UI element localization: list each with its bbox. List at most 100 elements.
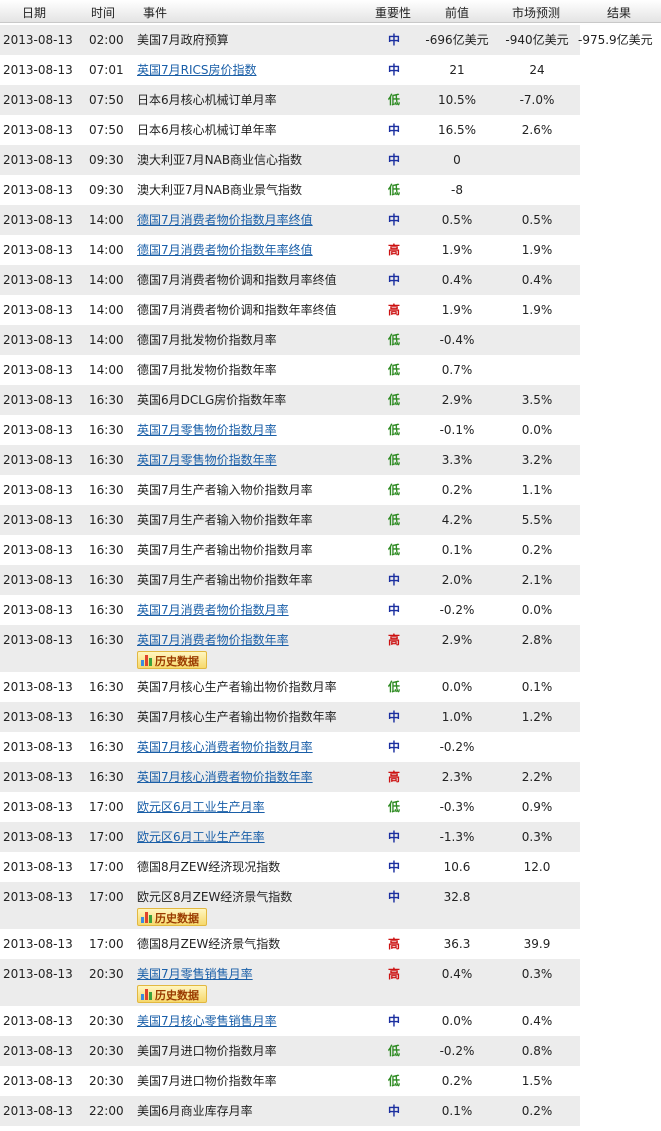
previous-value: 2.9% [441, 633, 473, 647]
importance-badge: 中 [387, 603, 400, 617]
previous-value: 0.4% [441, 273, 473, 287]
table-row: 2013-08-13 20:30 美国7月核心零售销售月率 中 0.0% 0.4% [0, 1006, 580, 1036]
importance-badge: 中 [387, 1104, 400, 1118]
table-row: 2013-08-13 14:00 德国7月消费者物价指数月率终值 中 0.5% 0.5% [0, 205, 580, 235]
forecast-value: 39.9 [523, 937, 551, 951]
event-link[interactable]: 英国7月核心消费者物价指数年率 [137, 770, 313, 784]
event-time: 22:00 [89, 1104, 124, 1118]
table-row: 2013-08-13 17:00 欧元区8月ZEW经济景气指数 中 32.8 历史数据 [0, 882, 580, 929]
event-link[interactable]: 英国7月RICS房价指数 [137, 63, 257, 77]
event-time: 14:00 [89, 243, 124, 257]
event-link[interactable]: 德国7月消费者物价指数月率终值 [137, 213, 313, 227]
bar-chart-icon [141, 988, 153, 1000]
column-header-time: 时间 [91, 6, 116, 20]
table-row: 2013-08-13 20:30 美国7月进口物价指数年率 低 0.2% 1.5% [0, 1066, 580, 1096]
event-link[interactable]: 欧元区6月工业生产月率 [137, 800, 265, 814]
forecast-value: 0.1% [521, 680, 553, 694]
importance-badge: 低 [387, 183, 400, 197]
event-date: 2013-08-13 [3, 63, 73, 77]
history-data-button[interactable]: 历史数据 [137, 651, 207, 669]
forecast-value: 1.9% [521, 303, 553, 317]
table-row: 2013-08-13 14:00 德国7月消费者物价调和指数月率终值 中 0.4% 0.4… [0, 265, 580, 295]
event-link[interactable]: 英国7月核心消费者物价指数月率 [137, 740, 313, 754]
event-link[interactable]: 英国7月消费者物价指数月率 [137, 603, 289, 617]
table-row: 2013-08-13 16:30 英国7月零售物价指数月率 低 -0.1% 0.0% [0, 415, 580, 445]
table-row: 2013-08-13 16:30 英国7月生产者输入物价指数年率 低 4.2% 5.5% [0, 505, 580, 535]
previous-value: -8 [451, 183, 463, 197]
previous-value: -0.3% [439, 800, 475, 814]
history-data-button[interactable]: 历史数据 [137, 908, 207, 926]
previous-value: 2.3% [441, 770, 473, 784]
previous-value: 10.6 [443, 860, 471, 874]
event-time: 16:30 [89, 573, 124, 587]
table-row: 2013-08-13 16:30 英国7月核心消费者物价指数年率 高 2.3% 2.2% [0, 762, 580, 792]
event-date: 2013-08-13 [3, 1044, 73, 1058]
event-name: 澳大利亚7月NAB商业信心指数 [137, 153, 303, 167]
previous-value: -0.2% [439, 740, 475, 754]
bar-chart-icon [141, 654, 153, 666]
column-header-previous: 前值 [445, 6, 470, 20]
table-row: 2013-08-13 16:30 英国7月生产者输入物价指数月率 低 0.2% 1.1% [0, 475, 580, 505]
importance-badge: 中 [387, 63, 400, 77]
table-row: 2013-08-13 14:00 德国7月消费者物价调和指数年率终值 高 1.9% 1.9… [0, 295, 580, 325]
column-header-result: 结果 [607, 6, 632, 20]
forecast-value: 12.0 [523, 860, 551, 874]
importance-badge: 低 [387, 1044, 400, 1058]
importance-badge: 高 [387, 937, 400, 951]
event-time: 17:00 [89, 937, 124, 951]
column-header-date: 日期 [22, 6, 47, 20]
previous-value: 1.9% [441, 303, 473, 317]
importance-badge: 中 [387, 710, 400, 724]
event-date: 2013-08-13 [3, 1014, 73, 1028]
importance-badge: 低 [387, 453, 400, 467]
event-date: 2013-08-13 [3, 937, 73, 951]
forecast-value: 1.9% [521, 243, 553, 257]
previous-value: -0.4% [439, 333, 475, 347]
previous-value: 21 [449, 63, 465, 77]
event-link[interactable]: 美国7月零售销售月率 [137, 967, 253, 981]
forecast-value: 5.5% [521, 513, 553, 527]
importance-badge: 中 [387, 1014, 400, 1028]
previous-value: 0.2% [441, 1074, 473, 1088]
previous-value: 4.2% [441, 513, 473, 527]
event-date: 2013-08-13 [3, 123, 73, 137]
event-link[interactable]: 英国7月零售物价指数年率 [137, 453, 277, 467]
event-link[interactable]: 美国7月核心零售销售月率 [137, 1014, 277, 1028]
event-link[interactable]: 德国7月消费者物价指数年率终值 [137, 243, 313, 257]
event-date: 2013-08-13 [3, 213, 73, 227]
history-data-label: 历史数据 [155, 989, 199, 1002]
forecast-value: 2.2% [521, 770, 553, 784]
previous-value: 0.4% [441, 967, 473, 981]
event-link[interactable]: 英国7月消费者物价指数年率 [137, 633, 289, 647]
previous-value: -696亿美元 [425, 33, 489, 47]
table-row: 2013-08-13 14:00 德国7月批发物价指数年率 低 0.7% [0, 355, 580, 385]
event-name: 德国8月ZEW经济景气指数 [137, 937, 281, 951]
history-data-label: 历史数据 [155, 912, 199, 925]
previous-value: 3.3% [441, 453, 473, 467]
forecast-value: -7.0% [519, 93, 555, 107]
event-date: 2013-08-13 [3, 33, 73, 47]
event-name: 日本6月核心机械订单月率 [137, 93, 277, 107]
event-name: 英国6月DCLG房价指数年率 [137, 393, 287, 407]
event-time: 16:30 [89, 483, 124, 497]
forecast-value: 0.5% [521, 213, 553, 227]
table-row: 2013-08-13 20:30 美国7月零售销售月率 高 0.4% 0.3% 历史数据 [0, 959, 580, 1006]
importance-badge: 中 [387, 890, 400, 904]
event-link[interactable]: 英国7月零售物价指数月率 [137, 423, 277, 437]
event-date: 2013-08-13 [3, 183, 73, 197]
importance-badge: 低 [387, 543, 400, 557]
history-data-button[interactable]: 历史数据 [137, 985, 207, 1003]
event-time: 02:00 [89, 33, 124, 47]
event-link[interactable]: 欧元区6月工业生产年率 [137, 830, 265, 844]
event-date: 2013-08-13 [3, 800, 73, 814]
event-date: 2013-08-13 [3, 333, 73, 347]
previous-value: -0.2% [439, 603, 475, 617]
history-data-label: 历史数据 [155, 655, 199, 668]
previous-value: 0.0% [441, 680, 473, 694]
forecast-value: 1.2% [521, 710, 553, 724]
event-time: 14:00 [89, 363, 124, 377]
previous-value: 36.3 [443, 937, 471, 951]
forecast-value: 0.3% [521, 830, 553, 844]
importance-badge: 中 [387, 213, 400, 227]
forecast-value: 0.8% [521, 1044, 553, 1058]
